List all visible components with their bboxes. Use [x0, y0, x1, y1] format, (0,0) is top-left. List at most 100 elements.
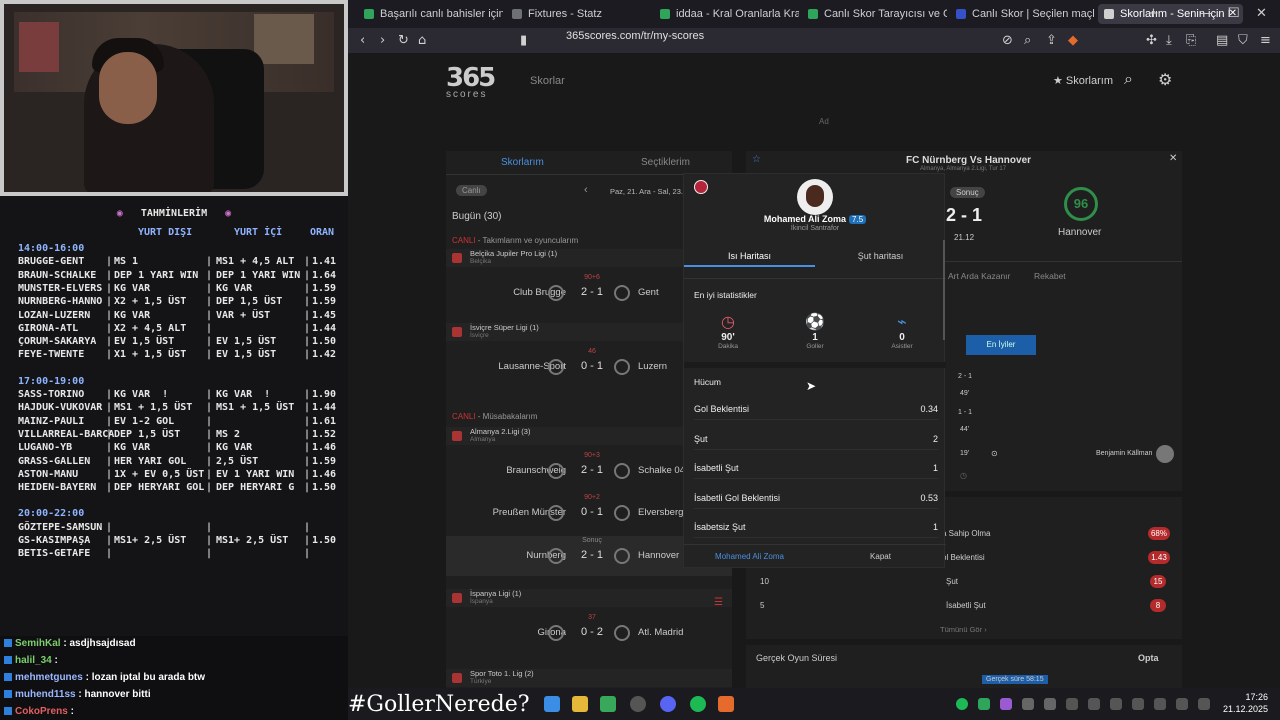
tray-app-icon[interactable] [978, 698, 990, 710]
close-window-button[interactable]: ✕ [1256, 6, 1267, 21]
tab-label: Canlı Skor Tarayıcısı ve Canl [824, 8, 947, 20]
reload-icon[interactable]: ↻ [398, 33, 409, 48]
tray-spotify-icon[interactable] [956, 698, 968, 710]
prev-date-icon[interactable]: ‹ [584, 184, 588, 196]
domestic-pick: DEP 1,5 ÜST [216, 296, 283, 308]
stream-hashtag: #GollerNerede? [348, 692, 530, 717]
see-all-link[interactable]: Tümünü Gör › [940, 625, 987, 634]
date-range[interactable]: Paz, 21. Ara - Sal, 23. [610, 187, 683, 196]
league-country: Belçika [470, 258, 491, 265]
tray-app-icon[interactable] [1000, 698, 1012, 710]
favorite-star-icon[interactable]: ☆ [752, 154, 761, 165]
brave-icon[interactable] [718, 696, 734, 712]
settings-gear-icon[interactable]: ⚙ [1158, 70, 1172, 90]
browser-tab[interactable]: Başarılı canlı bahisler için O [358, 4, 503, 24]
chat-username[interactable]: halil_34 [15, 655, 52, 666]
close-match-icon[interactable]: ✕ [1169, 153, 1177, 164]
minimize-button[interactable]: — [1200, 6, 1213, 21]
share-icon[interactable]: ⇪ [1046, 33, 1057, 48]
home-icon[interactable]: ⌂ [418, 33, 426, 48]
extensions-icon[interactable]: ✣ [1146, 33, 1157, 48]
best-players-button[interactable]: En İyiler [966, 335, 1036, 355]
vpn-icon[interactable]: ⛉ [1238, 33, 1248, 48]
tray-app-icon[interactable] [1022, 698, 1034, 710]
site-logo[interactable]: 365 scores [446, 63, 516, 100]
opta-logo: Opta [1138, 653, 1159, 663]
address-bar[interactable]: 365scores.com/tr/my-scores [538, 30, 1098, 51]
downloads-icon[interactable]: ⤓ [1166, 33, 1172, 48]
chat-username[interactable]: muhend11ss [15, 689, 76, 700]
match-name: HEIDEN-BAYERN [18, 482, 97, 494]
bet-row: NURNBERG-HANNO X2 + 1,5 ÜST | DEP 1,5 ÜST | 1… [18, 295, 338, 308]
tab-h2h[interactable]: Rekabet [1034, 271, 1066, 281]
column-divider: | [304, 548, 311, 560]
browser-tab[interactable]: iddaa - Kral Oranlarla Kralla [654, 4, 799, 24]
browser-tab[interactable]: Canlı Skor Tarayıcısı ve Canl [802, 4, 947, 24]
back-icon[interactable]: ‹ [360, 33, 365, 48]
tray-discord-icon[interactable] [1044, 698, 1056, 710]
chat-separator: : [67, 706, 74, 717]
discord-icon[interactable] [660, 696, 676, 712]
bookmark-icon[interactable]: ▮ [520, 33, 527, 48]
tv-listing-icon[interactable]: ☰ [714, 597, 723, 608]
away-team-name[interactable]: Hannover [1058, 227, 1101, 238]
tray-network-icon[interactable] [1198, 698, 1210, 710]
tab-favicon-icon [1104, 9, 1114, 19]
browser-tab[interactable]: Canlı Skor | Seçilen maçlar [950, 4, 1095, 24]
player-photo [797, 179, 833, 215]
column-divider: | [206, 415, 213, 427]
live-comps-text: - Müsabakalarım [475, 412, 538, 421]
match-row[interactable]: 37 Girona 0 - 2 Atl. Madrid [446, 613, 732, 653]
brave-shield-icon[interactable]: ◆ [1068, 33, 1078, 48]
chat-username[interactable]: CokoPrens [15, 706, 68, 717]
bet-row: MUNSTER-ELVERS KG VAR | KG VAR | 1.59 | [18, 282, 338, 295]
odds: 1.52 [312, 428, 337, 440]
tray-app-icon[interactable] [1066, 698, 1078, 710]
my-scores-link[interactable]: ★ Skorlarım [1053, 74, 1113, 87]
search-icon[interactable]: ⌕ [1124, 71, 1133, 89]
forward-icon[interactable]: › [380, 33, 385, 48]
bookmarks-icon[interactable]: ⎘ [1186, 33, 1196, 48]
tray-app-icon[interactable] [1110, 698, 1122, 710]
translate-icon[interactable]: ⊘ [1002, 33, 1013, 48]
start-icon[interactable] [544, 696, 560, 712]
league-header[interactable]: Spor Toto 1. Lig (2) Türkiye [446, 669, 732, 687]
player-name: Mohamed Ali Zoma [763, 214, 847, 224]
tray-app-icon[interactable] [1132, 698, 1144, 710]
menu-icon[interactable]: ≡ [1260, 33, 1271, 48]
browser-tab[interactable]: Skorlarım - Senin için İ ✕ [1098, 4, 1243, 24]
tab-streak[interactable]: Art Arda Kazanır [948, 271, 1010, 281]
spotify-icon[interactable] [690, 696, 706, 712]
notepad-icon[interactable] [600, 696, 616, 712]
column-divider: | [106, 482, 113, 494]
tab-my-scores[interactable]: Skorlarım [501, 157, 544, 168]
tab-selected[interactable]: Seçtiklerim [641, 157, 690, 168]
sidebar-icon[interactable]: ▤ [1216, 33, 1228, 48]
player-profile-link[interactable]: Mohamed Ali Zoma [684, 552, 815, 561]
close-popup-button[interactable]: Kapat [815, 552, 946, 561]
home-crest-icon [548, 548, 564, 564]
foreign-pick: 1X + EV 0,5 ÜST [114, 468, 205, 480]
tab-heatmap[interactable]: Isı Haritası [684, 251, 815, 267]
live-chip[interactable]: Canlı [456, 185, 487, 196]
obs-icon[interactable] [630, 696, 646, 712]
column-divider: | [206, 535, 213, 546]
league-header[interactable]: İspanya Ligi (1) İspanya [446, 589, 732, 607]
tab-shotmap[interactable]: Şut haritası [815, 251, 946, 267]
zoom-icon[interactable]: ⌕ [1024, 33, 1031, 48]
event-player[interactable]: Benjamin Källman [1096, 450, 1152, 457]
chat-username[interactable]: mehmetgunes [15, 672, 83, 683]
nav-scores-link[interactable]: Skorlar [530, 75, 565, 87]
tray-app-icon[interactable] [1088, 698, 1100, 710]
domestic-pick: MS1 + 4,5 ALT [216, 256, 295, 268]
tray-volume-icon[interactable] [1176, 698, 1188, 710]
popup-scrollbar[interactable] [943, 240, 945, 340]
file-explorer-icon[interactable] [572, 696, 588, 712]
chat-username[interactable]: SemihKal [15, 638, 61, 649]
tray-app-icon[interactable] [1154, 698, 1166, 710]
maximize-button[interactable]: ☐ [1228, 6, 1240, 21]
browser-tab[interactable]: Fixtures - Statz [506, 4, 651, 24]
new-tab-button[interactable]: + [1148, 6, 1159, 21]
league-name: İsviçre Süper Ligi (1) [470, 323, 539, 332]
system-clock[interactable]: 17:26 21.12.2025 [1223, 691, 1268, 715]
